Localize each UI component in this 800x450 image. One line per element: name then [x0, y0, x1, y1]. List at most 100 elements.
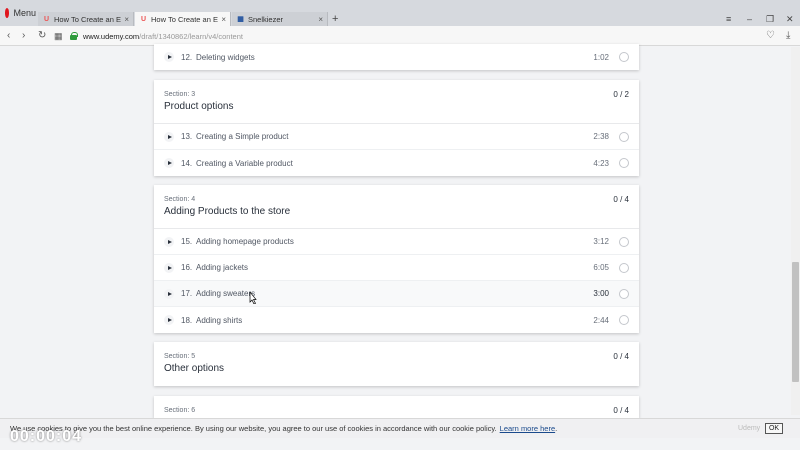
section-card: Section: 6 0 / 4 [154, 396, 639, 418]
lecture-duration: 4:23 [593, 158, 609, 168]
opera-logo-icon [5, 8, 10, 18]
lecture-row[interactable]: 18. Adding shirts 2:44 [154, 307, 639, 333]
lecture-row[interactable]: 14. Creating a Variable product 4:23 [154, 150, 639, 176]
browser-menu-label: Menu [13, 8, 36, 18]
completion-checkbox[interactable] [619, 158, 629, 168]
section-progress: 0 / 2 [613, 90, 629, 99]
udemy-favicon-icon: U [140, 15, 147, 23]
mouse-cursor-icon [249, 292, 257, 304]
lecture-number: 18. [181, 315, 193, 325]
cookie-text: We use cookies to give you the best onli… [10, 424, 497, 433]
url-host: www.udemy.com [83, 31, 140, 41]
section-label: Section: 4 [164, 196, 196, 203]
section-header[interactable]: Section: 6 0 / 4 [154, 396, 639, 418]
completion-checkbox[interactable] [619, 237, 629, 247]
play-icon[interactable] [164, 263, 174, 273]
tab-title: Snelkiezer [248, 14, 284, 24]
lecture-number: 16. [181, 263, 193, 272]
lecture-number: 15. [181, 237, 193, 246]
close-icon[interactable]: × [124, 15, 129, 24]
lecture-title: Adding homepage products [196, 237, 294, 246]
cookie-learn-more-link[interactable]: Learn more here [500, 424, 555, 433]
section-label: Section: 6 [164, 407, 196, 414]
lecture-number: 12. [181, 52, 193, 62]
lecture-number: 17. [181, 289, 193, 298]
lecture-duration: 3:12 [593, 237, 609, 246]
speed-dial-icon[interactable]: ▦ [54, 29, 63, 43]
play-icon[interactable] [164, 158, 174, 168]
tab-menu-icon[interactable]: ≡ [726, 12, 731, 26]
lecture-title: Creating a Variable product [196, 158, 293, 168]
section-card: Section: 5 Other options 0 / 4 [154, 342, 639, 386]
lecture-duration: 2:38 [593, 132, 609, 141]
completion-checkbox[interactable] [619, 289, 629, 299]
tab-title: How To Create an Ecomm [54, 14, 121, 24]
window-close-icon[interactable]: ✕ [786, 12, 794, 26]
section-label: Section: 3 [164, 91, 196, 98]
close-icon[interactable]: × [221, 15, 226, 24]
cookie-banner: We use cookies to give you the best onli… [0, 418, 800, 438]
reload-icon[interactable]: ↻ [38, 29, 46, 43]
lecture-duration: 2:44 [593, 315, 609, 325]
url-field[interactable]: www.udemy.com /draft/1340862/learn/v4/co… [70, 29, 780, 43]
lecture-row[interactable]: 15. Adding homepage products 3:12 [154, 229, 639, 255]
lecture-row[interactable]: 13. Creating a Simple product 2:38 [154, 124, 639, 150]
close-icon[interactable]: × [318, 15, 323, 24]
grid-favicon-icon: ▦ [237, 16, 244, 23]
new-tab-icon[interactable]: + [332, 12, 338, 26]
lecture-number: 13. [181, 132, 193, 141]
section-progress: 0 / 4 [613, 195, 629, 204]
completion-checkbox[interactable] [619, 132, 629, 142]
section-title: Adding Products to the store [164, 206, 291, 217]
lecture-row-hovered[interactable]: 17. Adding sweaters 3:00 [154, 281, 639, 307]
play-icon[interactable] [164, 237, 174, 247]
tab-title: How To Create an Ecomm [151, 14, 218, 24]
completion-checkbox[interactable] [619, 315, 629, 325]
browser-tab[interactable]: ▦ Snelkiezer × [232, 12, 328, 26]
section-header[interactable]: Section: 5 Other options 0 / 4 [154, 342, 639, 386]
video-timestamp-overlay: 00:00:04 [10, 428, 83, 445]
completion-checkbox[interactable] [619, 263, 629, 273]
lecture-row[interactable]: 12. Deleting widgets 1:02 [154, 44, 639, 70]
browser-tab-active[interactable]: U How To Create an Ecomm × [135, 12, 231, 26]
heart-icon[interactable]: ♡ [766, 29, 775, 43]
play-icon[interactable] [164, 315, 174, 325]
udemy-watermark: Udemy [738, 425, 761, 432]
play-icon[interactable] [164, 289, 174, 299]
browser-menu-button[interactable]: Menu [0, 0, 36, 26]
back-icon[interactable]: ‹ [7, 29, 10, 43]
lecture-duration: 3:00 [593, 289, 609, 298]
udemy-favicon-icon: U [43, 15, 50, 23]
url-path: /draft/1340862/learn/v4/content [139, 31, 243, 41]
lecture-title: Deleting widgets [196, 52, 255, 62]
lecture-title: Adding jackets [196, 263, 249, 272]
section-header[interactable]: Section: 3 Product options 0 / 2 [154, 80, 639, 124]
section-title: Product options [164, 101, 234, 112]
section-title: Other options [164, 363, 225, 374]
forward-icon[interactable]: › [22, 29, 25, 43]
browser-tab-bar: Menu U How To Create an Ecomm × U How To… [0, 0, 800, 26]
lecture-number: 14. [181, 158, 193, 168]
section-card: Section: 4 Adding Products to the store … [154, 185, 639, 333]
section-card: 12. Deleting widgets 1:02 [154, 44, 639, 70]
browser-tab[interactable]: U How To Create an Ecomm × [38, 12, 134, 26]
address-bar: ‹ › ↻ ▦ www.udemy.com /draft/1340862/lea… [0, 26, 800, 46]
lecture-duration: 1:02 [593, 52, 609, 62]
lecture-duration: 6:05 [593, 263, 609, 272]
play-icon[interactable] [164, 132, 174, 142]
minimize-icon[interactable]: – [747, 12, 752, 26]
cookie-ok-button[interactable]: OK [765, 423, 783, 434]
section-progress: 0 / 4 [613, 352, 629, 361]
cookie-suffix: . [555, 424, 558, 433]
download-icon[interactable]: ⤓ [786, 29, 790, 43]
scrollbar-thumb[interactable] [792, 262, 799, 382]
completion-checkbox[interactable] [619, 52, 629, 62]
section-card: Section: 3 Product options 0 / 2 13. Cre… [154, 80, 639, 176]
play-icon[interactable] [164, 52, 174, 62]
lecture-title: Adding sweaters [196, 289, 256, 298]
lecture-row[interactable]: 16. Adding jackets 6:05 [154, 255, 639, 281]
section-progress: 0 / 4 [613, 406, 629, 415]
section-label: Section: 5 [164, 353, 196, 360]
section-header[interactable]: Section: 4 Adding Products to the store … [154, 185, 639, 229]
restore-icon[interactable]: ❐ [766, 12, 774, 26]
